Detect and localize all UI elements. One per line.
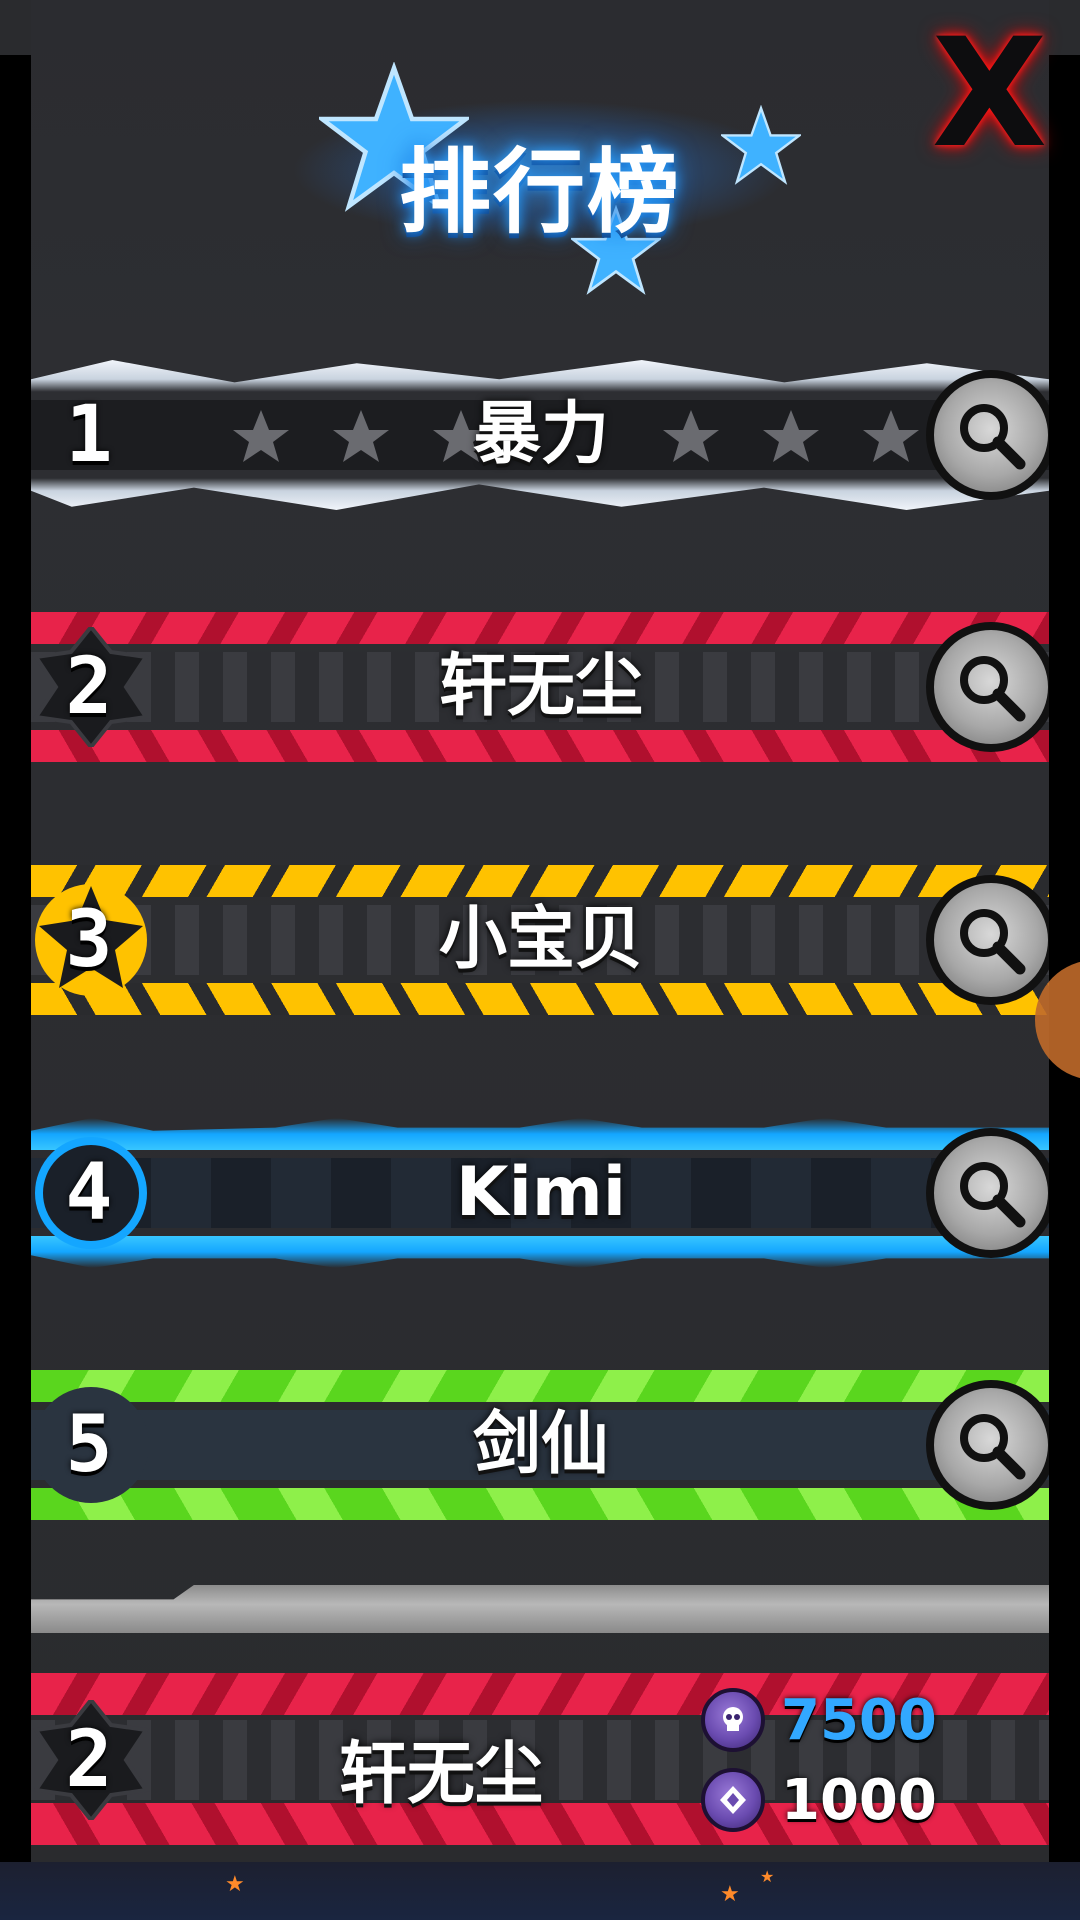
- rank-number: 2: [65, 642, 113, 732]
- left-black-bar: [0, 55, 31, 1865]
- skull-coin-icon: [701, 1688, 765, 1752]
- bottom-strip: ★ ★ ★: [0, 1862, 1080, 1920]
- row-band-bottom: [31, 730, 1049, 762]
- score-value: 7500: [781, 1687, 937, 1753]
- my-rank-row: 2 轩无尘 7500 1000: [31, 1665, 1049, 1855]
- row-band-bottom: [31, 478, 1049, 510]
- page-title: 排行榜: [398, 139, 681, 246]
- view-player-button[interactable]: [926, 875, 1049, 1005]
- list-bottom-divider: [31, 1585, 1049, 1633]
- row-band-bottom: [31, 983, 1049, 1015]
- row-band-top: [31, 865, 1049, 897]
- rank-number: 4: [65, 1148, 113, 1238]
- gems-value: 1000: [781, 1767, 937, 1833]
- title-area: 排行榜: [31, 40, 1049, 295]
- rank-number: 5: [65, 1400, 113, 1490]
- magnifier-icon: [960, 656, 1026, 722]
- player-name: Kimi: [455, 1153, 627, 1232]
- spark-decoration: ★: [760, 1867, 775, 1886]
- row-band-top: [31, 360, 1049, 392]
- row-band-top: [31, 1370, 1049, 1402]
- player-name: 小宝贝: [438, 900, 643, 979]
- view-player-button[interactable]: [926, 1380, 1049, 1510]
- row-band-bottom: [31, 1236, 1049, 1268]
- view-player-button[interactable]: [926, 1128, 1049, 1258]
- my-player-name: 轩无尘: [338, 1735, 543, 1814]
- magnifier-icon: [960, 1162, 1026, 1228]
- rank-number: 1: [65, 390, 113, 480]
- spark-decoration: ★: [225, 1872, 245, 1897]
- my-rank-number: 2: [65, 1715, 113, 1805]
- right-black-bar: [1049, 55, 1080, 1865]
- view-player-button[interactable]: [926, 370, 1049, 500]
- gem-coin-icon: [701, 1768, 765, 1832]
- leaderboard-panel: 排行榜 1 暴力 2 轩无尘 3 小宝贝 4 Kimi 5 剑仙 2 轩无尘 7…: [31, 0, 1049, 1862]
- spark-decoration: ★: [720, 1882, 740, 1907]
- player-name: 轩无尘: [438, 647, 643, 726]
- row-band-top: [31, 612, 1049, 644]
- row-band-bottom: [31, 1488, 1049, 1520]
- player-name: 剑仙: [472, 1405, 609, 1484]
- row-band-top: [31, 1118, 1049, 1150]
- rank-number: 3: [65, 895, 113, 985]
- view-player-button[interactable]: [926, 622, 1049, 752]
- leaderboard-row-3: 3 小宝贝: [31, 865, 1049, 1015]
- leaderboard-row-5: 5 剑仙: [31, 1370, 1049, 1520]
- close-x-icon: X: [931, 7, 1048, 181]
- leaderboard-row-4: 4 Kimi: [31, 1118, 1049, 1268]
- leaderboard-row-1: 1 暴力: [31, 360, 1049, 510]
- leaderboard-row-2: 2 轩无尘: [31, 612, 1049, 762]
- magnifier-icon: [960, 404, 1026, 470]
- magnifier-icon: [960, 1414, 1026, 1480]
- magnifier-icon: [960, 909, 1026, 975]
- gems-display: 1000: [701, 1765, 991, 1835]
- close-button[interactable]: X: [922, 19, 1057, 169]
- player-name: 暴力: [472, 395, 609, 474]
- score-display: 7500: [701, 1685, 991, 1755]
